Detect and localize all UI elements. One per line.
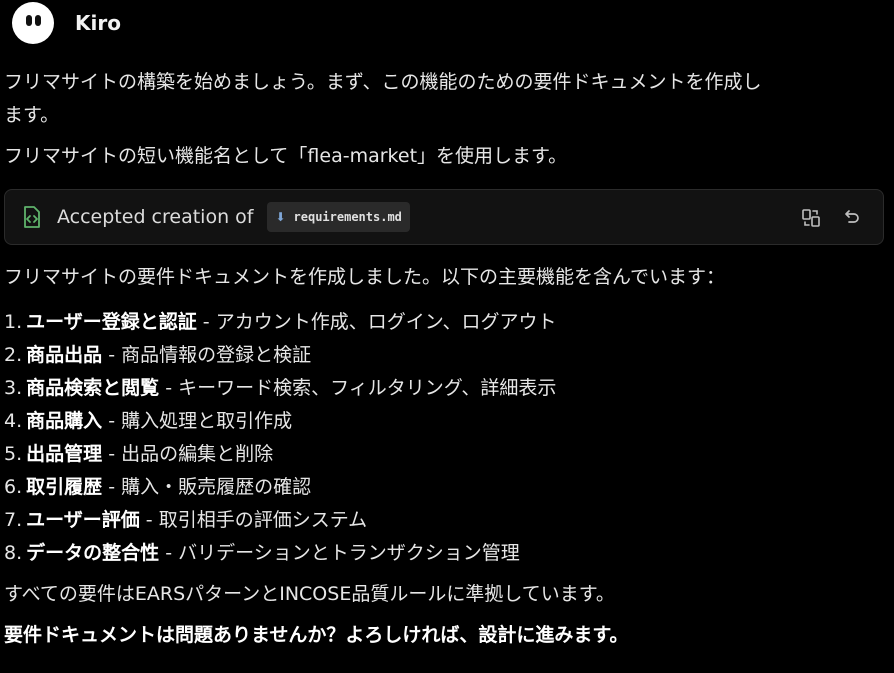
compliance-text: すべての要件はEARSパターンとINCOSE品質ルールに準拠しています。 — [4, 583, 615, 605]
feature-name-text: フリマサイトの短い機能名として「flea-market」を使用します。 — [4, 145, 568, 167]
assistant-name: Kiro — [75, 11, 121, 35]
list-item: 4. 商品購入 - 購入処理と取引作成 — [4, 410, 293, 432]
markdown-file-icon: ⬇ — [275, 210, 286, 224]
list-item: 7. ユーザー評価 - 取引相手の評価システム — [4, 509, 368, 531]
file-name: requirements.md — [293, 210, 402, 224]
feature-list: 1. ユーザー登録と認証 - アカウント作成、ログイン、ログアウト 2. 商品出品 … — [4, 306, 886, 570]
compare-changes-icon — [802, 209, 820, 227]
undo-icon — [845, 210, 859, 223]
card-label: Accepted creation of — [57, 206, 254, 228]
message-header: Kiro — [12, 2, 121, 44]
summary-text: フリマサイトの要件ドキュメントを作成しました。以下の主要機能を含んでいます： — [4, 266, 726, 288]
undo-button[interactable] — [837, 204, 865, 232]
avatar-eye-left — [26, 15, 32, 26]
file-creation-card: Accepted creation of ⬇ requirements.md — [4, 189, 884, 245]
list-item: 1. ユーザー登録と認証 - アカウント作成、ログイン、ログアウト — [4, 311, 557, 333]
intro-line-cont: ます。 — [4, 104, 60, 126]
kiro-avatar-icon — [12, 2, 54, 44]
file-code-icon — [24, 206, 40, 228]
avatar-eye-right — [35, 15, 41, 26]
card-actions — [785, 204, 865, 232]
intro-text: フリマサイトの構築を始めましょう。まず、この機能のための要件ドキュメントを作成し… — [4, 66, 886, 132]
assistant-message: フリマサイトの構築を始めましょう。まず、この機能のための要件ドキュメントを作成し… — [4, 66, 886, 652]
list-item: 6. 取引履歴 - 購入・販売履歴の確認 — [4, 476, 312, 498]
list-item: 3. 商品検索と閲覧 - キーワード検索、フィルタリング、詳細表示 — [4, 377, 557, 399]
list-item: 8. データの整合性 - バリデーションとトランザクション管理 — [4, 542, 520, 564]
list-item: 5. 出品管理 - 出品の編集と削除 — [4, 443, 274, 465]
compare-changes-button[interactable] — [797, 204, 825, 232]
question-text: 要件ドキュメントは問題ありませんか？よろしければ、設計に進みます。 — [4, 624, 629, 646]
list-item: 2. 商品出品 - 商品情報の登録と検証 — [4, 344, 312, 366]
intro-line: フリマサイトの構築を始めましょう。まず、この機能のための要件ドキュメントを作成し — [4, 71, 762, 93]
file-chip[interactable]: ⬇ requirements.md — [267, 202, 410, 232]
